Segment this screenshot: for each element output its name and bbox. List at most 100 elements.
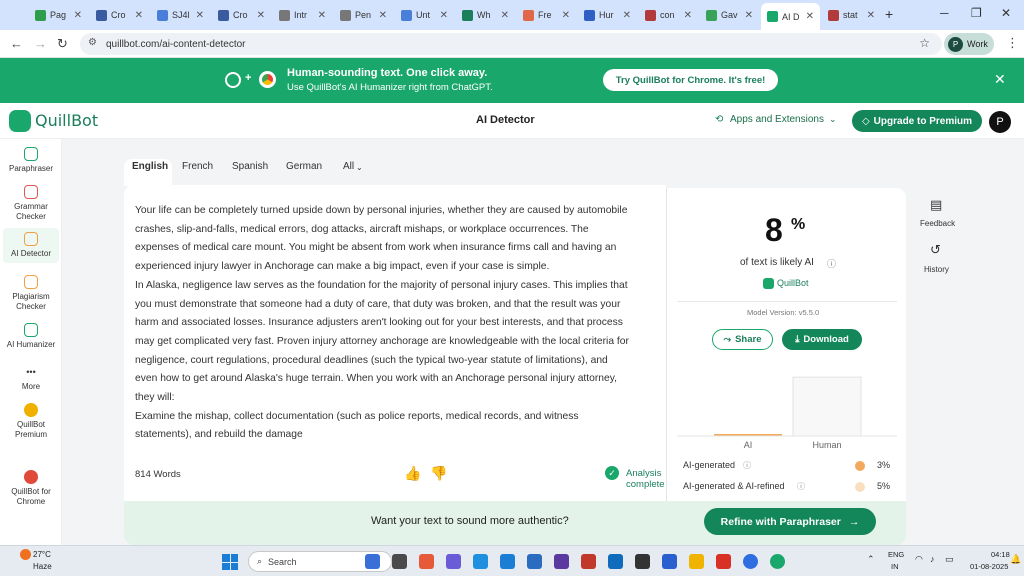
sidebar-item-chrome[interactable]: QuillBot for Chrome	[3, 470, 59, 506]
region-code[interactable]: IN	[891, 562, 899, 571]
copilot-icon[interactable]	[419, 554, 434, 569]
tab-close-icon[interactable]: ✕	[196, 10, 204, 21]
volume-icon[interactable]: ♪	[930, 554, 935, 564]
calendar-icon[interactable]	[527, 554, 542, 569]
tab-close-icon[interactable]: ✕	[379, 10, 387, 21]
info-icon[interactable]: ⓘ	[797, 481, 805, 492]
tray-chevron-icon[interactable]: ⌃	[867, 554, 875, 565]
task-view-icon[interactable]	[392, 554, 407, 569]
browser-tab[interactable]: SJ4l ✕	[151, 4, 210, 26]
teams-icon[interactable]	[446, 554, 461, 569]
sidebar-item-plagiarism-checker[interactable]: Plagiarism Checker	[3, 275, 59, 311]
security-icon[interactable]	[581, 554, 596, 569]
sidebar-item-paraphraser[interactable]: Paraphraser	[3, 147, 59, 174]
browser-tab[interactable]: Unt ✕	[395, 4, 454, 26]
reload-icon[interactable]: ↻	[57, 36, 68, 52]
text-editor[interactable]: Your life can be completely turned upsid…	[124, 185, 723, 501]
tab-close-icon[interactable]: ✕	[562, 10, 570, 21]
user-avatar[interactable]: P	[989, 111, 1011, 133]
tab-close-icon[interactable]: ✕	[867, 10, 875, 21]
sidebar-item-more[interactable]: ••• More	[3, 365, 59, 392]
editor-text[interactable]: Your life can be completely turned upsid…	[135, 202, 631, 450]
feedback-label[interactable]: Feedback	[920, 219, 955, 228]
info-icon[interactable]: ⓘ	[743, 460, 751, 471]
browser-tab[interactable]: Pag ✕	[29, 4, 88, 26]
chrome-active-icon[interactable]	[770, 554, 785, 569]
close-banner-icon[interactable]: ✕	[994, 71, 1006, 88]
tab-close-icon[interactable]: ✕	[135, 10, 143, 21]
clock-date[interactable]: 01-08-2025	[970, 562, 1008, 571]
site-info-icon[interactable]: ⚙	[88, 37, 97, 48]
app-icon[interactable]	[662, 554, 677, 569]
tab-close-icon[interactable]: ✕	[745, 10, 753, 21]
browser-tab[interactable]: con ✕	[639, 4, 698, 26]
minimize-icon[interactable]: ─	[940, 6, 949, 20]
browser-tab[interactable]: Cro ✕	[90, 4, 149, 26]
sidebar-item-grammar-checker[interactable]: Grammar Checker	[3, 185, 59, 221]
maximize-icon[interactable]: ❐	[971, 6, 982, 20]
terminal-icon[interactable]	[635, 554, 650, 569]
tab-close-icon[interactable]: ✕	[318, 10, 326, 21]
apps-extensions-menu[interactable]: Apps and Extensions	[730, 114, 824, 125]
feedback-icon[interactable]: ▤	[930, 197, 942, 213]
menu-kebab-icon[interactable]: ⋮	[1006, 35, 1019, 51]
new-tab-button[interactable]: +	[885, 6, 893, 22]
quillbot-logo-icon[interactable]	[9, 110, 31, 132]
bookmark-star-icon[interactable]: ☆	[919, 36, 930, 50]
file-explorer-icon[interactable]	[689, 554, 704, 569]
info-icon[interactable]: ⓘ	[827, 257, 836, 270]
forward-icon[interactable]: →	[34, 36, 47, 51]
tab-close-icon[interactable]: ✕	[501, 10, 509, 21]
history-label[interactable]: History	[924, 265, 949, 274]
browser-tab[interactable]: Fre ✕	[517, 4, 576, 26]
browser-tab[interactable]: Hur ✕	[578, 4, 637, 26]
tab-close-icon[interactable]: ✕	[684, 10, 692, 21]
tab-spanish[interactable]: Spanish	[232, 161, 268, 172]
share-button[interactable]: ⤳ Share	[712, 329, 773, 350]
sidebar-item-premium[interactable]: QuillBot Premium	[3, 403, 59, 439]
tab-english[interactable]: English	[132, 161, 168, 172]
browser-tab[interactable]: Pen ✕	[334, 4, 393, 26]
close-window-icon[interactable]: ✕	[1001, 6, 1011, 20]
tab-french[interactable]: French	[182, 161, 213, 172]
tab-all[interactable]: All	[343, 161, 354, 172]
back-icon[interactable]: ←	[10, 36, 23, 51]
browser-tab[interactable]: Gav ✕	[700, 4, 759, 26]
quillbot-logo-text[interactable]: QuillBot	[35, 111, 98, 130]
language-code[interactable]: ENG	[888, 550, 904, 559]
app-icon[interactable]	[554, 554, 569, 569]
profile-chip[interactable]: P Work	[944, 33, 994, 55]
browser-tab[interactable]: stat ✕	[822, 4, 881, 26]
clock-time[interactable]: 04:18	[991, 550, 1010, 559]
browser-tab[interactable]: Cro ✕	[212, 4, 271, 26]
wifi-icon[interactable]: ◠	[915, 554, 923, 565]
download-button[interactable]: ⤓ Download	[782, 329, 862, 350]
browser-tab[interactable]: Wh ✕	[456, 4, 515, 26]
store-icon[interactable]	[500, 554, 515, 569]
tab-close-icon[interactable]: ✕	[806, 11, 814, 22]
url-input[interactable]: ⚙ quillbot.com/ai-content-detector ☆	[80, 33, 942, 55]
tab-close-icon[interactable]: ✕	[74, 10, 82, 21]
chrome-icon[interactable]	[743, 554, 758, 569]
widgets-icon[interactable]	[365, 554, 380, 569]
battery-icon[interactable]: ▭	[945, 554, 954, 565]
settings-icon[interactable]	[716, 554, 731, 569]
history-icon[interactable]: ↺	[930, 242, 941, 258]
tab-close-icon[interactable]: ✕	[257, 10, 265, 21]
windows-start-icon[interactable]	[222, 554, 238, 570]
tab-close-icon[interactable]: ✕	[623, 10, 631, 21]
refine-paraphraser-button[interactable]: Refine with Paraphraser →	[704, 508, 876, 535]
sidebar-item-ai-detector[interactable]: AI Detector	[3, 228, 59, 263]
tab-german[interactable]: German	[286, 161, 322, 172]
edge-icon[interactable]	[473, 554, 488, 569]
upgrade-premium-button[interactable]: ◇ Upgrade to Premium	[852, 110, 982, 132]
try-chrome-button[interactable]: Try QuillBot for Chrome. It's free!	[603, 69, 778, 91]
sidebar-item-ai-humanizer[interactable]: AI Humanizer	[3, 323, 59, 350]
thumbs-up-icon[interactable]: 👍	[404, 465, 421, 482]
thumbs-down-icon[interactable]: 👎	[430, 465, 447, 482]
notification-icon[interactable]: 🔔	[1010, 554, 1021, 565]
browser-tab[interactable]: Intr ✕	[273, 4, 332, 26]
browser-tab[interactable]: AI D ✕	[761, 3, 820, 30]
tab-close-icon[interactable]: ✕	[440, 10, 448, 21]
outlook-icon[interactable]	[608, 554, 623, 569]
